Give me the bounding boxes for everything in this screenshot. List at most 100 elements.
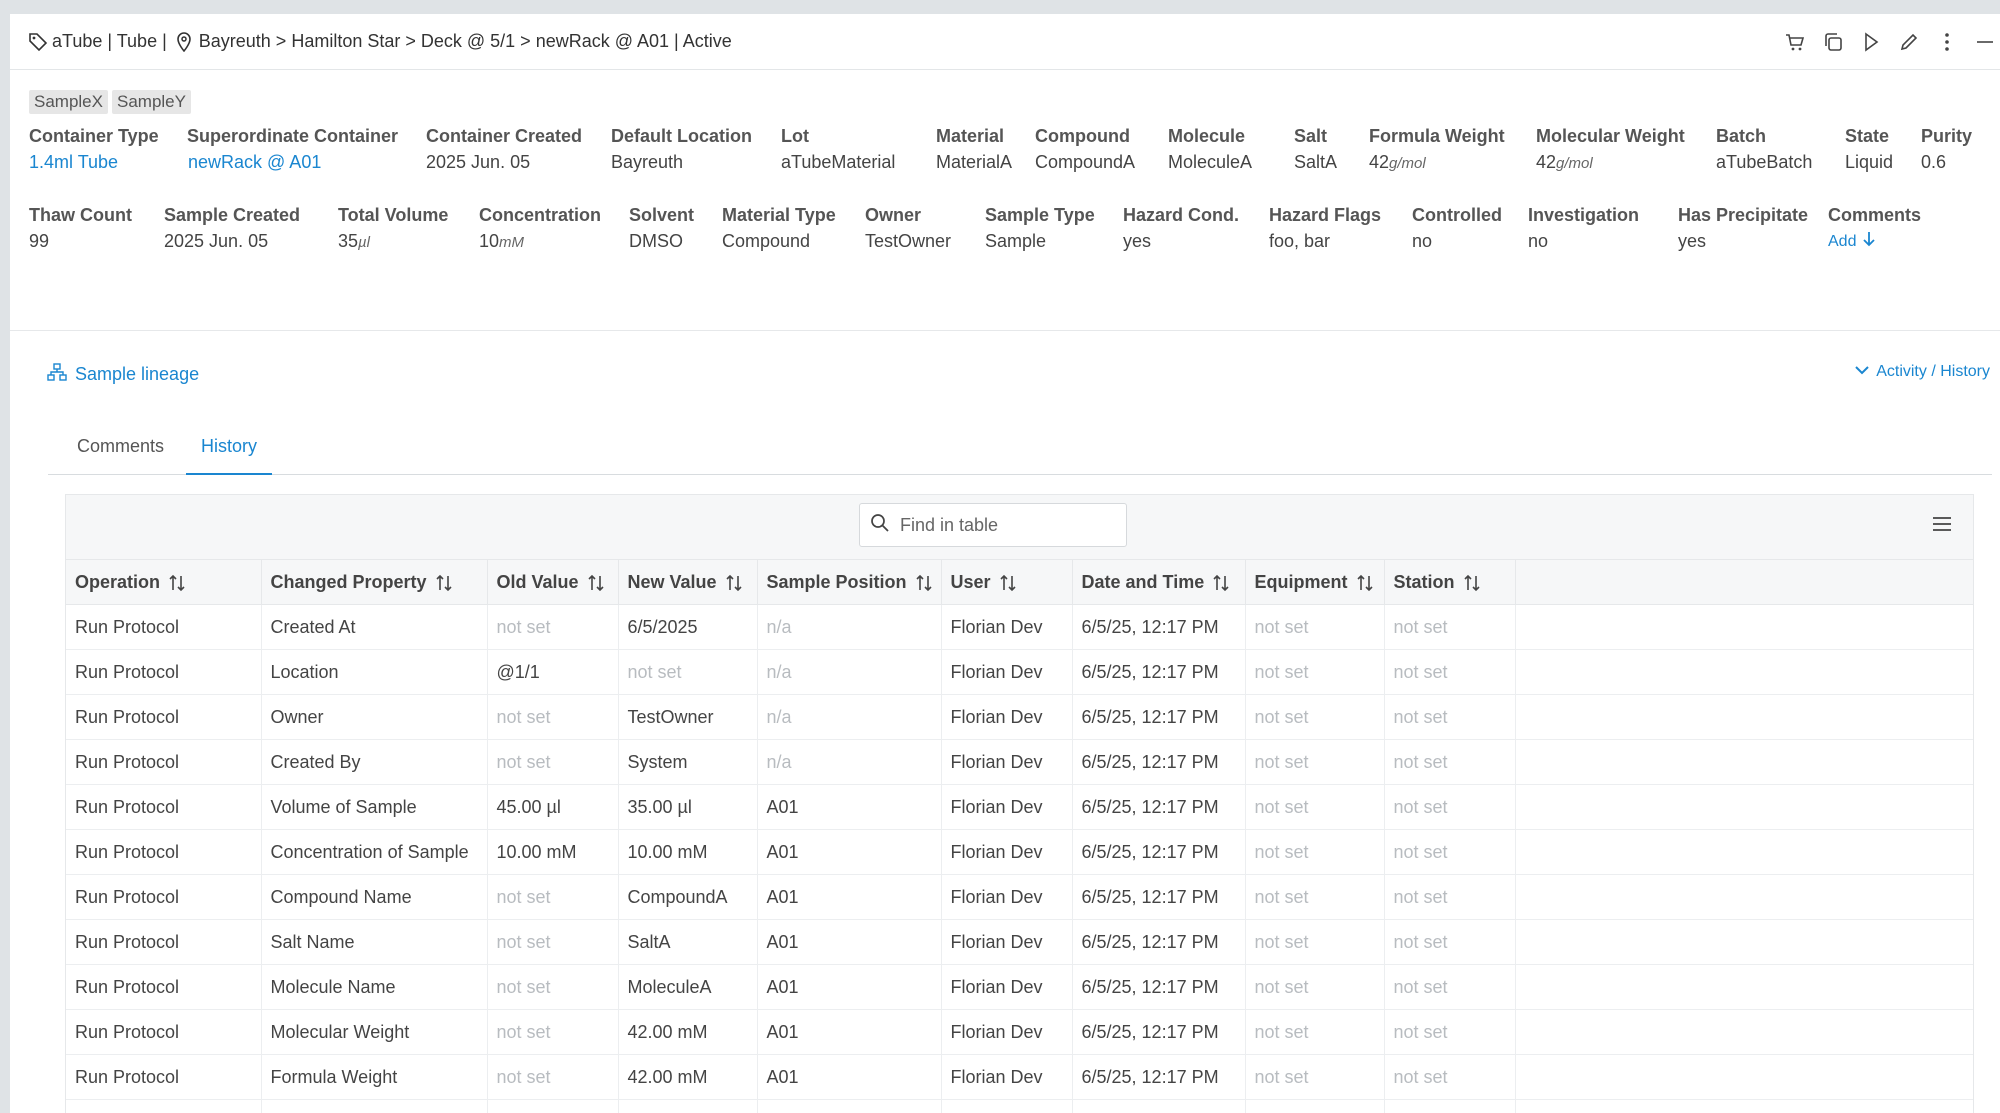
column-header[interactable]: New Value [618,560,758,605]
table-row[interactable]: Run Protocol Volume of Sample 45.00 µl 35.0… [66,784,1973,830]
sort-icon[interactable] [435,574,453,592]
table-cell: not set [1245,694,1385,740]
chevron-down-icon [1854,363,1870,381]
table-cell: A01 [757,964,942,1010]
table-row[interactable]: Run Protocol Molecule Name not set Molecule… [66,964,1973,1010]
header-bar: aTube | Tube | Bayreuth > Hamilton Star … [10,14,2000,70]
search-input[interactable] [898,513,1102,537]
sort-icon[interactable] [587,574,605,592]
prop-investigation: Investigation no [1528,205,1640,251]
table-cell: 6/5/25, 12:17 PM [1072,694,1246,740]
sort-icon[interactable] [915,574,933,592]
edit-pencil-icon[interactable] [1898,31,1920,53]
table-row[interactable]: Run Protocol Formula Weight not set 42.00 m… [66,1054,1973,1100]
sort-icon[interactable] [1463,574,1481,592]
add-comment-link[interactable]: Add [1828,231,1921,252]
table-cell: A01 [757,784,942,830]
column-header[interactable]: Old Value [487,560,619,605]
table-row[interactable]: Run Protocol Concentration of Sample 10.00… [66,829,1973,875]
cart-icon[interactable] [1784,31,1806,53]
table-header-row: Operation Changed Property Old Value New Va… [66,560,1973,605]
sort-icon[interactable] [168,574,186,592]
table-cell: System [618,739,758,785]
table-cell: not set [487,604,619,650]
table-row[interactable]: Run Protocol Location @1/1 not set n/a Floria… [66,649,1973,695]
table-cell: Florian Dev [941,604,1073,650]
column-header[interactable]: Changed Property [261,560,488,605]
table-row[interactable]: Run Protocol Created By not set System n/a Fl… [66,739,1973,785]
sort-icon[interactable] [1356,574,1374,592]
table-cell: Created By [261,739,488,785]
table-cell: 6/5/25, 12:17 PM [1072,919,1246,965]
sample-lineage-link[interactable]: Sample lineage [47,363,199,386]
table-cell: n/a [757,1099,942,1113]
table-cell: not set [1245,919,1385,965]
table-cell: 6/5/25, 12:13 PM [1072,1099,1246,1113]
table-row[interactable]: Reposition ContainerSuperordinateaRackne… [66,1099,1973,1113]
column-header[interactable]: Operation [66,560,262,605]
sort-icon[interactable] [1212,574,1230,592]
location-path: Bayreuth > Hamilton Star > Deck @ 5/1 > … [198,31,732,51]
table-cell: not set [1384,1009,1516,1055]
table-row[interactable]: Run Protocol Salt Name not set SaltA A01 Flor… [66,919,1973,965]
table-cell: 6/5/25, 12:17 PM [1072,874,1246,920]
table-cell: Run Protocol [66,964,262,1010]
table-cell: Florian Dev [941,829,1073,875]
table-cell: not set [1245,829,1385,875]
location-pin-icon [175,31,195,52]
tab-history[interactable]: History [186,420,273,475]
minimize-icon[interactable] [1974,31,1996,53]
prop-salt: Salt SaltA [1294,126,1338,172]
prop-purity: Purity 0.6 [1921,126,1973,172]
table-cell: A01 [757,1009,942,1055]
tag-chip[interactable]: SampleX [29,90,108,114]
prop-formula-weight: Formula Weight 42g/mol [1369,126,1505,172]
table-cell: 10.00 mM [618,829,758,875]
container-type-link[interactable]: 1.4ml Tube [29,152,159,173]
hamburger-menu-icon[interactable] [1931,515,1953,538]
superordinate-container-link[interactable]: newRack @ A01 [187,152,398,173]
tag-list: SampleX SampleY [29,90,191,114]
tab-bar: Comments History [48,420,1992,475]
table-row[interactable]: Run Protocol Owner not set TestOwner n/a Flor… [66,694,1973,740]
tag-chip[interactable]: SampleY [111,90,191,114]
sort-icon[interactable] [999,574,1017,592]
table-cell: Molecule Name [261,964,488,1010]
play-icon[interactable] [1860,31,1882,53]
sort-icon[interactable] [725,574,743,592]
more-vertical-icon[interactable] [1936,31,1958,53]
table-cell: not set [487,919,619,965]
prop-comments: Comments Add [1828,205,1921,252]
table-cell: Florian Dev [941,649,1073,695]
table-row[interactable]: Run Protocol Compound Name not set Compound… [66,874,1973,920]
table-cell: Run Protocol [66,1009,262,1055]
prop-compound: Compound CompoundA [1035,126,1136,172]
table-row[interactable]: Run Protocol Molecular Weight not set 42.00… [66,1009,1973,1055]
table-cell: Florian Dev [941,694,1073,740]
column-header[interactable]: User [941,560,1073,605]
table-cell: not set [1384,829,1516,875]
section-divider [10,330,2000,331]
table-cell: 6/5/25, 12:17 PM [1072,739,1246,785]
table-cell-filler [1515,919,1973,965]
table-cell: not set [487,694,619,740]
table-cell: not set [1384,874,1516,920]
table-cell: Run Protocol [66,604,262,650]
column-header[interactable]: Station [1384,560,1516,605]
table-cell: n/a [757,694,942,740]
table-cell: Reposition Container [66,1099,262,1113]
prop-hazard-flags: Hazard Flags foo, bar [1269,205,1382,251]
table-row[interactable]: Run Protocol Created At not set 6/5/2025 n/a… [66,604,1973,650]
prop-material: Material MaterialA [936,126,1013,172]
column-header[interactable]: Sample Position [757,560,942,605]
table-cell: not set [1245,604,1385,650]
activity-history-toggle[interactable]: Activity / History [1854,363,1990,381]
column-header[interactable]: Date and Time [1072,560,1246,605]
tab-comments[interactable]: Comments [62,420,179,473]
column-header[interactable]: Equipment [1245,560,1385,605]
table-cell: not set [1245,964,1385,1010]
prop-lot: Lot aTubeMaterial [781,126,896,172]
copy-icon[interactable] [1822,31,1844,53]
table-cell-filler [1515,874,1973,920]
table-cell: SaltA [618,919,758,965]
